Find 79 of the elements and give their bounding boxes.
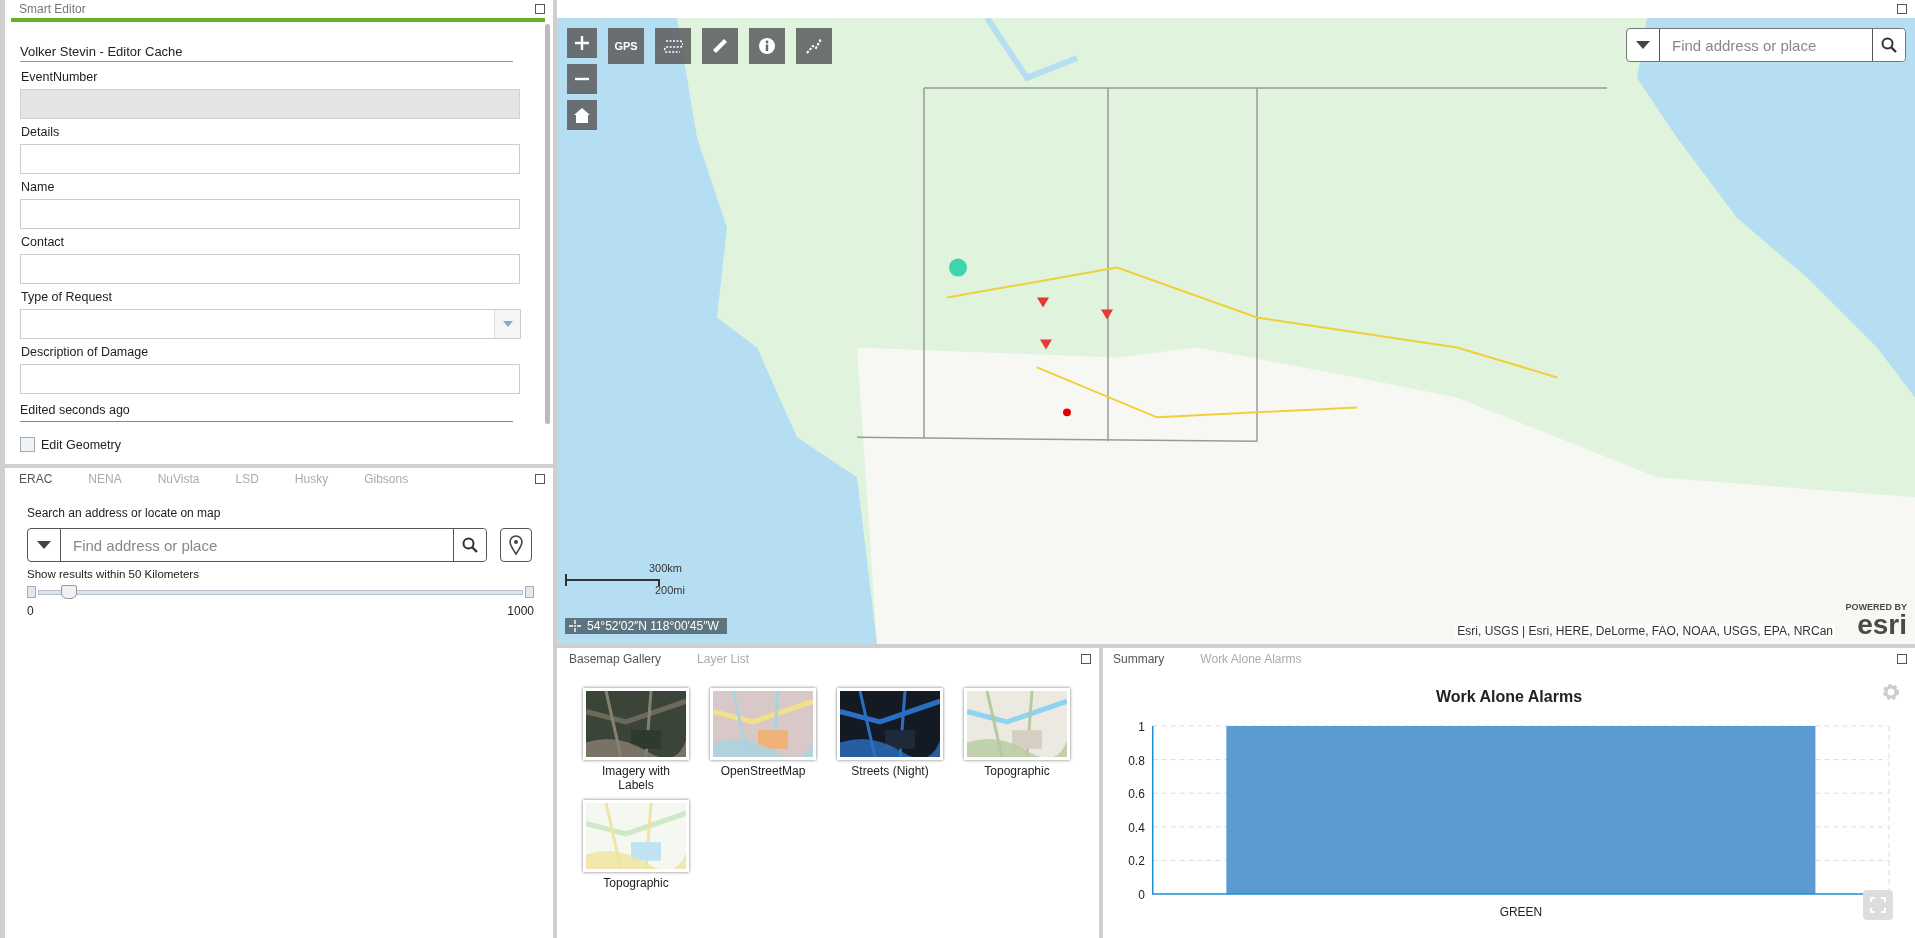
info-button[interactable] [749,28,785,64]
gps-button[interactable]: GPS [608,28,644,64]
crosshair-icon [569,620,581,632]
route-button[interactable] [655,28,691,64]
axis-tick-label: 0 [1138,887,1145,902]
field-label: Contact [21,235,66,249]
measure-button[interactable] [702,28,738,64]
axis-tick-label: 0.6 [1128,787,1145,802]
maximize-icon[interactable] [535,4,545,14]
search-prompt: Search an address or locate on map [27,506,222,520]
dropdown-field[interactable] [20,309,521,339]
edit-status: Edited seconds ago [20,403,513,422]
axis-tick-label: 0.8 [1128,753,1145,768]
logo-caption: POWERED BY [1845,602,1907,612]
basemap-label[interactable]: Topographic [967,764,1067,778]
input-field[interactable] [20,199,520,229]
slider-max-label: 1000 [507,604,534,618]
scale-label: 200mi [655,584,685,596]
input-field[interactable] [20,364,520,394]
zoom-in-button[interactable] [567,28,597,58]
checkbox[interactable] [20,437,35,452]
search-input[interactable]: Find address or place [61,529,453,561]
maximize-icon[interactable] [1897,654,1907,664]
zoom-out-button[interactable] [567,64,597,94]
axis-tick-label: 1 [1138,719,1145,734]
scale-label: 300km [649,562,683,574]
caret-icon [37,541,51,549]
panel-title: Smart Editor [19,2,86,16]
field-label: Details [21,125,61,139]
dotted-line-icon [805,37,823,55]
search-field[interactable]: Find address or place [27,528,487,562]
basemap-label[interactable]: Streets (Night) [840,764,940,778]
plus-icon [574,35,590,51]
esri-logo: esri [1857,612,1907,638]
tab[interactable]: ERAC [19,472,53,486]
search-field[interactable]: Find address or place [1626,28,1906,62]
expand-icon [1870,897,1886,913]
input-field[interactable] [20,144,520,174]
axis-tick-label: 0.4 [1128,820,1145,835]
slider-right-button[interactable] [525,586,534,598]
maximize-icon[interactable] [535,474,545,484]
checkbox-label: Edit Geometry [41,437,121,452]
field-label: EventNumber [21,70,99,84]
field-label: Description of Damage [21,345,150,359]
locate-button[interactable] [500,528,532,562]
home-button[interactable] [567,100,597,130]
basemap-label[interactable]: OpenStreetMap [713,764,813,778]
info-icon [758,37,776,55]
chart-title: Work Alone Alarms [1434,687,1584,706]
tab[interactable]: Basemap Gallery [569,652,662,666]
search-icon [462,537,478,553]
search-icon [1881,37,1897,53]
search-input[interactable]: Find address or place [1660,29,1872,61]
radius-label: Show results within 50 Kilometers [27,568,200,580]
maximize-icon[interactable] [1897,4,1907,14]
slider-thumb[interactable] [61,584,78,599]
search-button[interactable] [453,529,486,561]
basemap-label[interactable]: Topographic [586,876,686,890]
basemap-label[interactable]: Imagery with Labels [586,764,686,792]
coordinates-text: 54°52′02″N 118°00′45″W [587,619,719,633]
caret-icon [1636,41,1650,49]
category-label: GREEN [1499,904,1543,919]
tab[interactable]: Summary [1113,652,1165,666]
field-label: Name [21,180,56,194]
ruler-icon [711,37,729,55]
attribution-text: Esri, USGS | Esri, HERE, DeLorme, FAO, NOAA, USGS, EPA, NRCan [1455,624,1835,638]
maximize-icon[interactable] [1081,654,1091,664]
slider-left-button[interactable] [27,586,36,598]
dotted-path-icon [663,39,683,53]
home-icon [573,107,591,123]
caret-icon [502,321,513,327]
slider-min-label: 0 [27,604,34,618]
search-button[interactable] [1872,29,1905,61]
form-title: Volker Stevin - Editor Cache [20,44,513,62]
field-label: Type of Request [21,290,114,304]
map-pin-icon [509,535,523,555]
draw-line-button[interactable] [796,28,832,64]
axis-tick-label: 0.2 [1128,854,1145,869]
input-field[interactable] [20,254,520,284]
